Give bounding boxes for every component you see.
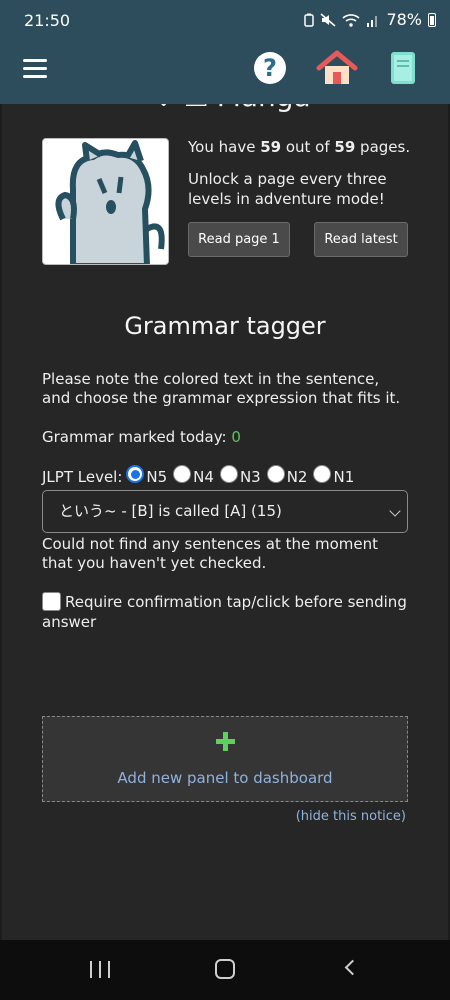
confirm-checkbox[interactable] (42, 592, 61, 611)
manga-info: You have 59 out of 59 pages. Unlock a pa… (188, 137, 418, 219)
grammar-expression-select[interactable]: という~ - [B] is called [A] (15) (42, 490, 408, 533)
saver-icon (304, 13, 315, 27)
mute-icon (320, 12, 336, 27)
manga-thumbnail[interactable] (42, 138, 169, 265)
radio-n3[interactable] (219, 465, 238, 483)
home-nav-icon[interactable] (215, 959, 235, 979)
chevron-down-icon (389, 505, 401, 517)
status-time: 21:50 (24, 11, 71, 30)
selected-expression: という~ - [B] is called [A] (15) (59, 502, 282, 520)
help-icon[interactable]: ? (254, 52, 286, 84)
marked-count: 0 (231, 428, 241, 446)
pages-count-text: You have 59 out of 59 pages. (188, 138, 411, 156)
status-bar: 21:50 78% (0, 0, 450, 40)
jlpt-label: JLPT Level: (42, 468, 123, 486)
radio-n2[interactable] (266, 465, 285, 483)
add-panel-button[interactable]: Add new panel to dashboard (42, 716, 408, 802)
manga-character-icon (55, 140, 165, 264)
app-header: ? (0, 40, 450, 104)
home-icon[interactable] (316, 50, 358, 86)
read-latest-button[interactable]: Read latest (314, 222, 408, 257)
pages-have: 59 (260, 138, 282, 156)
wifi-icon (342, 13, 360, 27)
radio-n1[interactable] (313, 465, 332, 483)
battery-icon (428, 12, 436, 27)
radio-label-n2: N2 (286, 468, 308, 486)
hide-notice-link[interactable]: (hide this notice) (296, 809, 406, 824)
radio-label-n4: N4 (193, 468, 214, 486)
radio-n5[interactable] (126, 465, 145, 483)
jlpt-level-selector: JLPT Level: N5 N4 N3 N2 N1 (42, 465, 356, 486)
manga-heading: ↓ ⇲ Manga (152, 104, 311, 113)
confirm-option: Require confirmation tap/click before se… (42, 592, 412, 632)
radio-label-n1: N1 (333, 468, 355, 486)
grammar-tagger-title: Grammar tagger (124, 312, 326, 340)
book-icon[interactable] (390, 51, 416, 85)
read-page-1-button[interactable]: Read page 1 (188, 222, 290, 257)
back-icon[interactable] (344, 959, 361, 976)
recents-icon[interactable] (90, 961, 110, 978)
no-sentences-message: Could not find any sentences at the mome… (42, 535, 379, 572)
radio-label-n3: N3 (239, 468, 261, 486)
main-content: ↓ ⇲ Manga You have 59 out of 59 pages. U… (0, 104, 450, 940)
add-panel-label[interactable]: Add new panel to dashboard (43, 769, 407, 787)
radio-n4[interactable] (173, 465, 192, 483)
menu-icon[interactable] (23, 59, 47, 79)
pages-total: 59 (334, 138, 356, 156)
plus-icon (215, 731, 237, 753)
grammar-instructions: Please note the colored text in the sent… (42, 370, 401, 407)
battery-percent: 78% (386, 10, 422, 29)
unlock-text: Unlock a page every three levels in adve… (188, 170, 387, 208)
status-icons: 78% (304, 10, 436, 29)
radio-label-n5: N5 (146, 468, 168, 486)
system-nav-bar (0, 940, 450, 1000)
grammar-marked-today: Grammar marked today: 0 (42, 428, 241, 446)
confirm-label[interactable]: Require confirmation tap/click before se… (42, 593, 407, 631)
signal-icon (367, 15, 378, 27)
